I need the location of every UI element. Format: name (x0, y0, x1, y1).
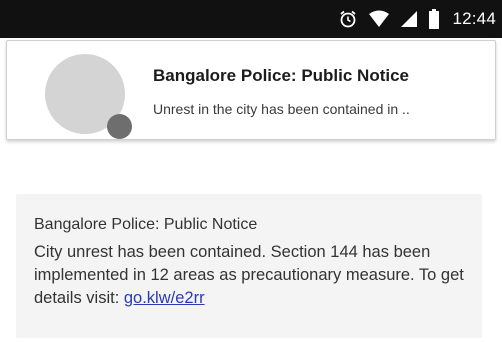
notification-preview: Unrest in the city has been contained in… (153, 101, 410, 117)
status-icons: 12:44 (338, 0, 496, 38)
notification-title: Bangalore Police: Public Notice (153, 66, 410, 85)
battery-icon (428, 9, 440, 29)
message-sender: Bangalore Police: Public Notice (34, 216, 258, 233)
notification-card[interactable]: Bangalore Police: Public Notice Unrest i… (6, 40, 496, 140)
phone-screen: 12:44 Bangalore Police: Public Notice Un… (0, 0, 502, 342)
status-bar: 12:44 (0, 0, 502, 38)
status-time: 12:44 (452, 9, 496, 28)
signal-icon (400, 10, 418, 28)
avatar-badge (107, 114, 132, 139)
message-box: Bangalore Police: Public Notice City unr… (16, 194, 482, 338)
wifi-icon (368, 10, 390, 28)
message-text: City unrest has been contained. Section … (34, 243, 464, 307)
alarm-icon (338, 9, 358, 29)
message-body: City unrest has been contained. Section … (34, 241, 474, 310)
message-link[interactable]: go.klw/e2rr (124, 289, 205, 307)
